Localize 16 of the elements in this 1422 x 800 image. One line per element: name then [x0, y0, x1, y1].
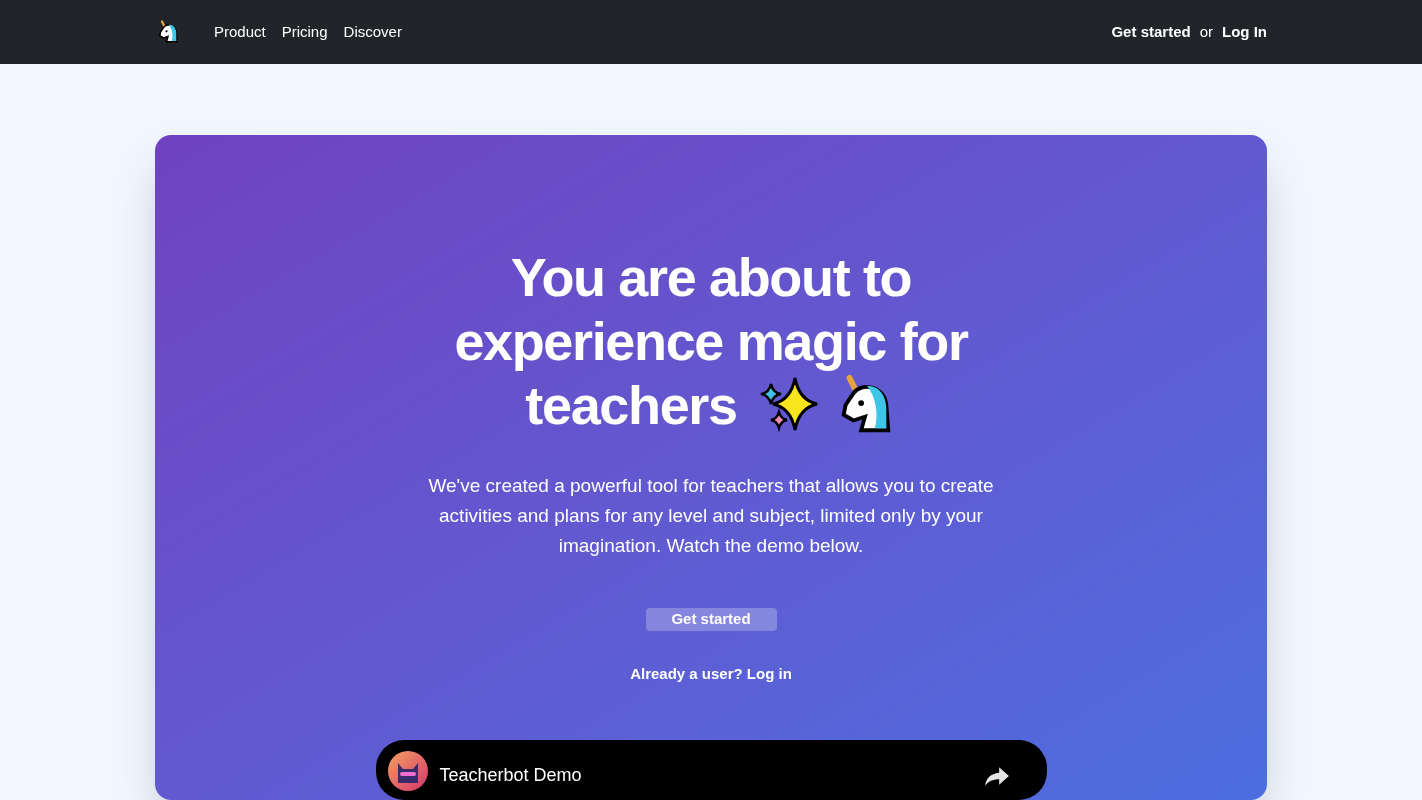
unicorn-logo-icon[interactable] — [156, 20, 180, 44]
share-icon[interactable] — [983, 765, 1010, 787]
hero-title-line: teachers — [525, 374, 737, 437]
nav-link[interactable]: Discover — [343, 20, 402, 44]
hero-title-line: You are about to — [510, 246, 912, 309]
channel-avatar[interactable] — [387, 751, 428, 791]
or-text: or — [1199, 21, 1213, 42]
hero-title-line: experience magic for — [454, 310, 968, 373]
log-in-link[interactable]: Already a user? Log in — [630, 662, 792, 685]
nav-link[interactable]: Product — [214, 20, 266, 44]
nav-link[interactable]: Pricing — [281, 20, 328, 44]
get-started-link[interactable]: Get started — [1111, 20, 1191, 44]
video-title[interactable]: Teacherbot Demo — [439, 762, 582, 789]
hero-description: We've created a powerful tool for teachers that allows you to create activities and plans for any level and subject, limited only by your imagination. Watch the demo below. — [427, 474, 995, 558]
log-in-link[interactable]: Log In — [1222, 20, 1267, 44]
video-player[interactable]: Teacherbot Demo — [375, 740, 1047, 800]
